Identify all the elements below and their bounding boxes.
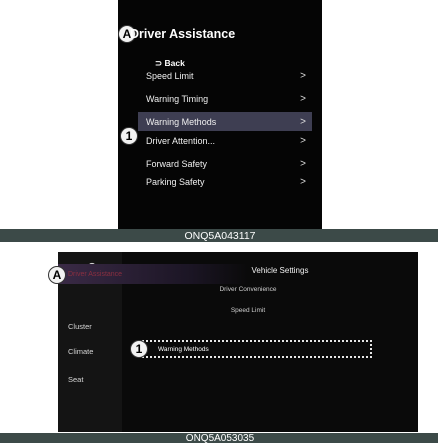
chevron-right-icon: > xyxy=(300,116,306,127)
marker-a: A xyxy=(48,266,66,284)
figure-code: ONQ5A053035 xyxy=(185,433,255,444)
menu-item-label: Warning Timing xyxy=(146,93,209,104)
menu-item-speed-limit[interactable]: Speed Limit > xyxy=(138,66,312,85)
sidebar-item-cluster[interactable]: Cluster xyxy=(68,322,92,331)
sidebar-item-seat[interactable]: Seat xyxy=(68,375,83,384)
menu-item-warning-methods[interactable]: Warning Methods > xyxy=(138,112,312,131)
menu-item-label: Speed Limit xyxy=(146,70,194,81)
menu-item-warning-timing[interactable]: Warning Timing > xyxy=(138,89,312,108)
menu-item-label: Driver Attention... xyxy=(146,135,216,146)
list-item-driver-convenience[interactable]: Driver Convenience xyxy=(219,286,276,293)
chevron-right-icon: > xyxy=(300,176,306,187)
figure-1: A Driver Assistance ⊃ Back Speed Limit >… xyxy=(0,0,438,243)
menu-item-label: Parking Safety xyxy=(146,176,205,187)
menu-item-label: Forward Safety xyxy=(146,158,208,169)
sidebar-item-label: Driver Assistance xyxy=(68,270,123,278)
figure-code: ONQ5A043117 xyxy=(184,230,256,242)
marker-1: 1 xyxy=(120,127,138,145)
figure-2: Vehicle Settings Driver Assistance Clust… xyxy=(0,252,438,444)
chevron-right-icon: > xyxy=(300,135,306,146)
marker-1: 1 xyxy=(130,340,148,358)
list-item-warning-methods[interactable]: Warning Methods xyxy=(138,340,372,358)
menu-item-driver-attention[interactable]: Driver Attention... > xyxy=(138,131,312,150)
screen-title: Vehicle Settings xyxy=(251,266,309,275)
menu-item-forward-safety[interactable]: Forward Safety > xyxy=(138,154,312,173)
sidebar-item-driver-assistance[interactable]: Driver Assistance xyxy=(58,264,248,284)
chevron-right-icon: > xyxy=(300,93,306,104)
chevron-right-icon: > xyxy=(300,70,306,81)
screen-title: Driver Assistance xyxy=(130,27,236,41)
menu-item-label: Warning Methods xyxy=(146,116,217,127)
list-item-speed-limit[interactable]: Speed Limit xyxy=(231,307,265,314)
sidebar-item-climate[interactable]: Climate xyxy=(68,347,93,356)
list-item-label: Warning Methods xyxy=(158,345,209,353)
chevron-right-icon: > xyxy=(300,158,306,169)
menu-item-parking-safety[interactable]: Parking Safety > xyxy=(138,172,312,191)
